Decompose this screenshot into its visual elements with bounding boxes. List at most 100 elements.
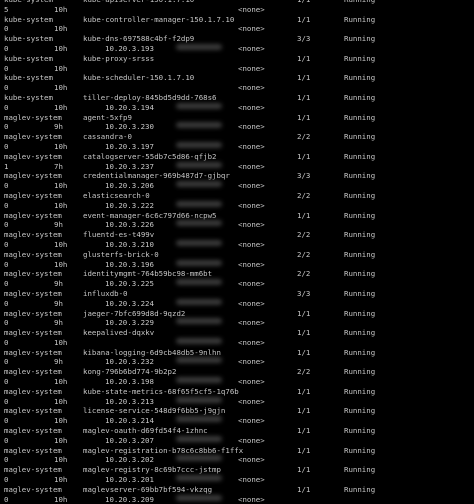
age-cell: 10h bbox=[54, 416, 68, 426]
pod-row-line2: 0 10h 10.20.3.222 <none> bbox=[0, 200, 474, 211]
namespace-cell: maglev-system bbox=[4, 347, 62, 357]
ready-cell: 1/1 bbox=[297, 426, 311, 436]
terminal-output[interactable]: kube-systemkube-apiserver-150.1.7.101/1R… bbox=[0, 0, 474, 504]
status-cell: Running bbox=[344, 230, 376, 240]
pod-name-cell: identitymgmt-764b59bc98-mm6bt bbox=[83, 269, 213, 279]
restarts-cell: 0 bbox=[4, 122, 9, 132]
ready-cell: 1/1 bbox=[297, 112, 311, 122]
namespace-cell: maglev-system bbox=[4, 484, 62, 494]
pod-row-line2: 0 10h 10.20.3.209 <none> bbox=[0, 494, 474, 504]
pod-row-line2: 0 10h 10.20.3.207 <none> bbox=[0, 435, 474, 446]
namespace-cell: maglev-system bbox=[4, 445, 62, 455]
nominated-node-cell: <none> bbox=[238, 43, 265, 53]
status-cell: Running bbox=[344, 73, 376, 83]
nominated-node-cell: <none> bbox=[238, 435, 265, 445]
pod-row-line2: 0 9h 10.20.3.230 <none> bbox=[0, 122, 474, 132]
pod-row-line2: 0 9h 10.20.3.226 <none> bbox=[0, 220, 474, 230]
nominated-node-cell: <none> bbox=[238, 416, 265, 426]
namespace-cell: maglev-system bbox=[4, 190, 62, 200]
status-cell: Running bbox=[344, 445, 376, 455]
age-cell: 10h bbox=[54, 102, 68, 112]
pod-ip-cell: 10.20.3.202 bbox=[105, 455, 154, 465]
ready-cell: 1/1 bbox=[297, 445, 311, 455]
nominated-node-cell: <none> bbox=[238, 259, 265, 269]
status-cell: Running bbox=[344, 347, 376, 357]
ready-cell: 1/1 bbox=[297, 210, 311, 220]
pod-row-line2: 0 10h <none> bbox=[0, 24, 474, 34]
namespace-cell: maglev-system bbox=[4, 171, 62, 181]
pod-name-cell: catalogserver-55db7c5d86-qfjb2 bbox=[83, 151, 217, 161]
restarts-cell: 0 bbox=[4, 416, 9, 426]
pod-row-line1: maglev-system cassandra-0 2/2 Running bbox=[0, 132, 474, 142]
pod-row-line1: maglev-system fluentd-es-t499v 2/2 Running bbox=[0, 230, 474, 240]
status-cell: Running bbox=[344, 14, 376, 24]
pod-name-cell: kong-796b6bd774-9b2p2 bbox=[83, 367, 177, 377]
pod-ip-cell: 10.20.3.197 bbox=[105, 141, 154, 151]
restarts-cell: 0 bbox=[4, 455, 9, 465]
namespace-cell: maglev-system bbox=[4, 465, 62, 475]
redacted-node-ip bbox=[176, 122, 222, 129]
restarts-cell: 0 bbox=[4, 102, 9, 112]
restarts-cell: 0 bbox=[4, 63, 9, 73]
ready-cell: 1/1 bbox=[297, 406, 311, 416]
pod-row-line1: maglev-system jaeger-7bfc699d8d-9qzd2 1/1 R… bbox=[0, 309, 474, 319]
pod-row-line2: 0 10h 10.20.3.213 <none> bbox=[0, 396, 474, 407]
pod-ip-cell: 10.20.3.237 bbox=[105, 161, 154, 171]
age-cell: 10h bbox=[54, 24, 68, 34]
pod-row-line2: 0 10h 10.20.3.194 <none> bbox=[0, 102, 474, 113]
pod-name-cell: maglev-registration-b78c6c8bb6-f1ffx bbox=[83, 445, 244, 455]
namespace-cell: maglev-system bbox=[4, 367, 62, 377]
nominated-node-cell: <none> bbox=[238, 318, 265, 328]
ready-cell: 1/1 bbox=[297, 484, 311, 494]
pod-row-line2: 0 10h 10.20.3.206 <none> bbox=[0, 181, 474, 191]
pod-row-line1: maglev-system kube-state-metrics-68f65f5c… bbox=[0, 387, 474, 397]
namespace-cell: kube-system bbox=[4, 92, 53, 102]
namespace-cell: maglev-system bbox=[4, 132, 62, 142]
pod-ip-cell: 10.20.3.224 bbox=[105, 298, 154, 308]
redacted-node-ip bbox=[176, 416, 222, 423]
status-cell: Running bbox=[344, 112, 376, 122]
pod-ip-cell: 10.20.3.207 bbox=[105, 435, 154, 445]
status-cell: Running bbox=[344, 171, 376, 181]
pod-row-line1: kube-system kube-controller-manager-150.1… bbox=[0, 15, 474, 25]
pod-ip-cell: 10.20.3.201 bbox=[105, 475, 154, 485]
status-cell: Running bbox=[344, 269, 376, 279]
pod-name-cell: fluentd-es-t499v bbox=[83, 230, 155, 240]
ready-cell: 1/1 bbox=[297, 465, 311, 475]
redacted-node-ip bbox=[176, 200, 222, 207]
pod-row-line1: maglev-system catalogserver-55db7c5d86-qf… bbox=[0, 152, 474, 162]
pod-row-line1: maglev-system glusterfs-brick-0 2/2 Running bbox=[0, 250, 474, 260]
namespace-cell: kube-system bbox=[4, 14, 53, 24]
pod-name-cell: cassandra-0 bbox=[83, 132, 132, 142]
restarts-cell: 0 bbox=[4, 357, 9, 367]
nominated-node-cell: <none> bbox=[238, 494, 265, 504]
pod-ip-cell: 10.20.3.225 bbox=[105, 279, 154, 289]
age-cell: 9h bbox=[54, 298, 63, 308]
pod-name-cell: tiller-deploy-845bd5d9dd-768s6 bbox=[83, 92, 217, 102]
pod-name-cell: kube-dns-697588c4bf-f2dp9 bbox=[83, 34, 195, 44]
restarts-cell: 0 bbox=[4, 396, 9, 406]
redacted-node-ip bbox=[176, 357, 222, 364]
pod-row-line1: maglev-system identitymgmt-764b59bc98-mm6… bbox=[0, 269, 474, 279]
ready-cell: 2/2 bbox=[297, 230, 311, 240]
restarts-cell: 0 bbox=[4, 475, 9, 485]
redacted-node-ip bbox=[176, 220, 222, 227]
restarts-cell: 0 bbox=[4, 43, 9, 53]
age-cell: 10h bbox=[54, 455, 68, 465]
pod-ip-cell: 10.20.3.210 bbox=[105, 239, 154, 249]
pod-ip-cell: 10.20.3.194 bbox=[105, 102, 154, 112]
pod-row-line1: maglev-system maglev-registration-b78c6c8… bbox=[0, 446, 474, 456]
redacted-node-ip bbox=[176, 377, 222, 384]
namespace-cell: maglev-system bbox=[4, 328, 62, 338]
pod-row-line2: 0 9h 10.20.3.225 <none> bbox=[0, 279, 474, 289]
status-cell: Running bbox=[344, 210, 376, 220]
restarts-cell: 0 bbox=[4, 200, 9, 210]
pod-name-cell: kube-proxy-srsss bbox=[83, 53, 155, 63]
pod-ip-cell: 10.20.3.193 bbox=[105, 43, 154, 53]
nominated-node-cell: <none> bbox=[238, 200, 265, 210]
nominated-node-cell: <none> bbox=[238, 83, 265, 93]
pod-name-cell: maglev-oauth-d69fd54f4-1zhnc bbox=[83, 426, 208, 436]
nominated-node-cell: <none> bbox=[238, 298, 265, 308]
status-cell: Running bbox=[344, 92, 376, 102]
pod-name-cell: maglev-registry-8c69b7ccc-jstmp bbox=[83, 465, 221, 475]
